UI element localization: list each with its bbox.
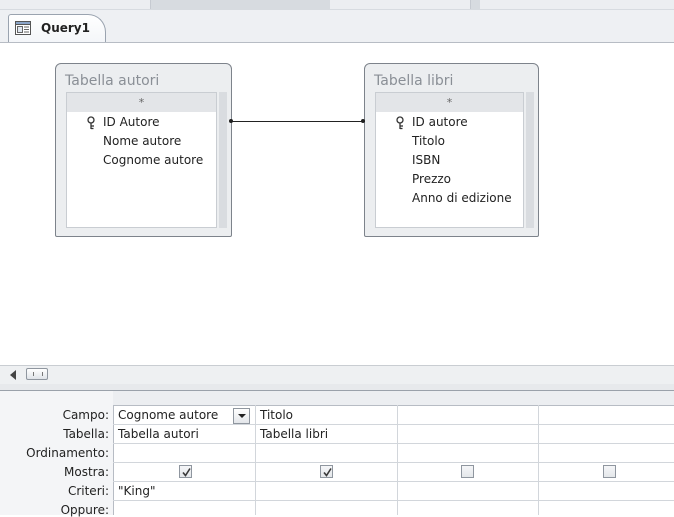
show-checkbox[interactable] [603,465,616,478]
design-grid: Campo: Tabella: Ordinamento: Mostra: Cri… [0,391,674,517]
grid-line [113,443,674,444]
show-checkbox[interactable] [179,465,192,478]
top-strip-segment [0,0,151,9]
table-title[interactable]: Tabella libri [374,73,453,89]
show-checkbox[interactable] [320,465,333,478]
field-list-tabella-libri[interactable]: Tabella libri * ID autore Titolo ISBN Pr… [364,63,539,237]
show-checkbox[interactable] [461,465,474,478]
grid-line [113,500,674,501]
cell-campo[interactable]: Cognome autore [118,408,218,422]
cell-criteri[interactable]: "King" [118,484,155,498]
field-item[interactable]: ID Autore [103,115,160,129]
primary-key-icon [396,116,404,130]
grid-line [113,462,674,463]
field-list-scrollbar[interactable] [219,92,227,228]
cell-tabella[interactable]: Tabella libri [260,427,328,441]
tab-query1[interactable]: Query1 [8,14,106,42]
field-item[interactable]: Anno di edizione [412,191,512,205]
field-list-tabella-autori[interactable]: Tabella autori * ID Autore Nome autore C… [55,63,232,237]
horizontal-scrollbar[interactable] [0,365,674,385]
row-label-ordinamento: Ordinamento: [26,446,109,460]
grid-line [538,405,539,515]
grid-row-labels: Campo: Tabella: Ordinamento: Mostra: Cri… [0,391,114,517]
row-label-tabella: Tabella: [63,427,109,441]
top-strip-segment [480,0,674,9]
grip-icon [33,372,43,376]
scroll-thumb[interactable] [26,368,48,380]
all-fields-item[interactable]: * [67,93,216,112]
field-list-scrollbar[interactable] [526,92,534,228]
field-item[interactable]: Cognome autore [103,153,203,167]
scroll-left-arrow-icon[interactable] [10,370,16,380]
cell-tabella[interactable]: Tabella autori [118,427,199,441]
field-item[interactable]: Prezzo [412,172,451,186]
field-item[interactable]: Titolo [412,134,445,148]
field-dropdown-button[interactable] [233,408,250,424]
pane-splitter[interactable] [0,384,674,391]
grid-line [113,481,674,482]
field-item[interactable]: Nome autore [103,134,181,148]
checkmark-icon [182,468,191,477]
field-list: * ID autore Titolo ISBN Prezzo Anno di e… [375,92,524,228]
chevron-down-icon [238,414,246,418]
column-selector-bar[interactable] [113,391,674,406]
checkmark-icon [323,468,332,477]
join-endpoint [361,119,365,123]
table-title[interactable]: Tabella autori [65,73,159,89]
join-endpoint [229,119,233,123]
query-design-icon [15,21,31,35]
row-label-campo: Campo: [62,408,109,422]
top-strip-segment [330,0,471,9]
all-fields-item[interactable]: * [376,93,523,112]
field-item[interactable]: ID autore [412,115,468,129]
field-item[interactable]: ISBN [412,153,440,167]
document-tab-bar: Query1 [0,10,674,43]
query-design-surface[interactable]: Tabella autori * ID Autore Nome autore C… [0,43,674,365]
relationship-join-line[interactable] [231,121,365,122]
primary-key-icon [87,116,95,130]
field-list: * ID Autore Nome autore Cognome autore [66,92,217,228]
grid-line [397,405,398,515]
grid-line [255,405,256,515]
row-label-mostra: Mostra: [64,465,109,479]
tab-label: Query1 [41,21,90,35]
row-label-criteri: Criteri: [67,484,109,498]
cell-campo[interactable]: Titolo [260,408,293,422]
grid-line [113,424,674,425]
